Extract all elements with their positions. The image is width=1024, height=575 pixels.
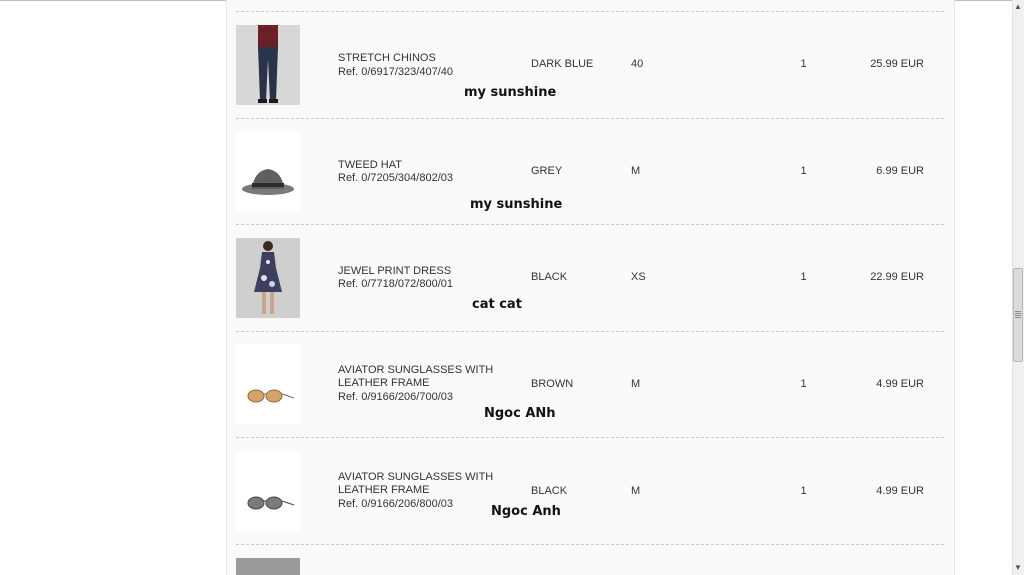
product-size: 40 <box>631 58 644 70</box>
product-size: M <box>631 165 641 177</box>
product-ref: Ref. 0/7205/304/802/03 <box>338 172 453 184</box>
product-image[interactable] <box>236 451 300 531</box>
cart-row: JEWEL PRINT DRESS Ref. 0/7718/072/800/01… <box>236 225 944 331</box>
product-price: 4.99 EUR <box>876 378 924 390</box>
handwritten-note: my sunshine <box>464 85 557 100</box>
page: STRETCH CHINOS Ref. 0/6917/323/407/40 DA… <box>0 0 1024 575</box>
product-price: 22.99 EUR <box>870 271 924 283</box>
product-ref: Ref. 0/6917/323/407/40 <box>338 66 453 78</box>
product-price: 6.99 EUR <box>876 165 924 177</box>
row-separator <box>236 544 944 545</box>
product-quantity: 1 <box>800 378 807 390</box>
product-image[interactable] <box>236 344 300 424</box>
grip-icon <box>1015 311 1021 318</box>
handwritten-note: cat cat <box>472 297 522 312</box>
handwritten-note: Ngoc Anh <box>491 504 561 519</box>
product-name[interactable]: AVIATOR SUNGLASSES WITH LEATHER FRAME <box>338 471 508 497</box>
product-ref: Ref. 0/9166/206/700/03 <box>338 391 453 403</box>
product-quantity: 1 <box>800 58 807 70</box>
product-color: BROWN <box>531 378 574 390</box>
product-quantity: 1 <box>800 485 807 497</box>
product-name[interactable]: AVIATOR SUNGLASSES WITH LEATHER FRAME <box>338 364 508 390</box>
product-name[interactable]: JEWEL PRINT DRESS <box>338 265 508 278</box>
scroll-down-arrow-icon[interactable]: ▼ <box>1014 564 1022 572</box>
product-quantity: 1 <box>800 271 807 283</box>
handwritten-note: my sunshine <box>470 197 563 212</box>
product-size: M <box>631 378 641 390</box>
cart-row: STRETCH CHINOS Ref. 0/6917/323/407/40 DA… <box>236 12 944 118</box>
product-price: 4.99 EUR <box>876 485 924 497</box>
cart-row: TWEED HAT Ref. 0/7205/304/802/03 GREY M … <box>236 119 944 225</box>
product-color: BLACK <box>531 485 568 497</box>
product-image[interactable] <box>236 238 300 318</box>
product-image[interactable] <box>236 25 300 105</box>
product-name[interactable]: TWEED HAT <box>338 159 508 172</box>
product-color: GREY <box>531 165 563 177</box>
product-image[interactable] <box>236 558 300 575</box>
scroll-up-arrow-icon[interactable]: ▲ <box>1014 3 1022 11</box>
product-ref: Ref. 0/7718/072/800/01 <box>338 278 453 290</box>
product-color: BLACK <box>531 271 568 283</box>
product-color: DARK BLUE <box>531 58 594 70</box>
product-name[interactable]: STRETCH CHINOS <box>338 52 508 65</box>
product-ref: Ref. 0/9166/206/800/03 <box>338 498 453 510</box>
product-size: M <box>631 485 641 497</box>
product-image[interactable] <box>236 131 300 211</box>
cart-row: AVIATOR SUNGLASSES WITH LEATHER FRAME Re… <box>236 438 944 544</box>
cart-row: AVIATOR SUNGLASSES WITH LEATHER FRAME Re… <box>236 332 944 438</box>
product-size: XS <box>631 271 646 283</box>
product-quantity: 1 <box>800 165 807 177</box>
product-price: 25.99 EUR <box>870 58 924 70</box>
handwritten-note: Ngoc ANh <box>484 406 556 421</box>
